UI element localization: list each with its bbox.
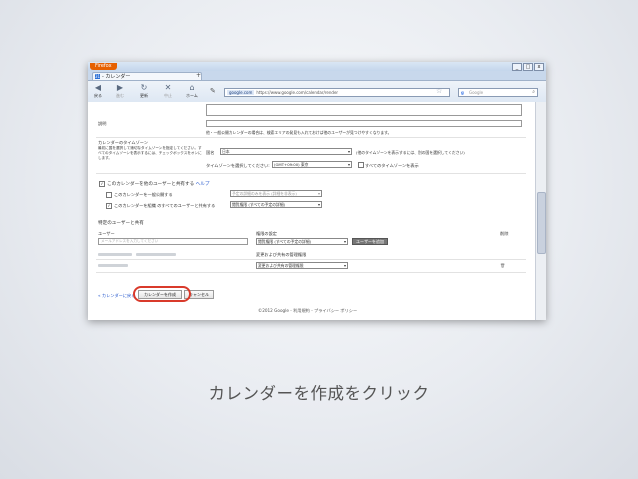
slide-caption: カレンダーを作成をクリック: [208, 384, 430, 403]
back-label: 戻る: [94, 93, 102, 98]
shared-user-email-redacted: [98, 264, 128, 267]
specific-users-heading: 特定のユーザーと共有: [98, 221, 144, 226]
country-note: (他のタイムゾーンを表示するには、別の国を選択してください): [356, 150, 465, 155]
public-option-label: このカレンダーを一般公開する: [114, 192, 173, 197]
trash-icon[interactable]: 🗑: [500, 263, 505, 269]
stop-icon: ✕: [164, 83, 172, 92]
home-label: ホーム: [186, 93, 198, 98]
description-textarea-end[interactable]: [206, 104, 522, 116]
show-all-timezones-label: すべてのタイムゾーンを表示: [365, 163, 419, 168]
bookmark-star-icon[interactable]: ☆: [436, 87, 442, 95]
address-bar[interactable]: google.com https://www.google.com/calend…: [224, 88, 450, 97]
divider: [96, 137, 526, 138]
description-note: 他・一般公開カレンダーの場合は、検索エリアの発見も入れておけば他のユーザーが見つ…: [206, 130, 392, 135]
back-arrow-icon: ◀: [94, 83, 102, 92]
firefox-menu-button[interactable]: Firefox: [90, 63, 117, 70]
public-visibility-select[interactable]: 予定の詳細のみを表示 (詳細を非表示): [230, 190, 322, 197]
window-controls: _ □ x: [512, 63, 544, 71]
vertical-scrollbar[interactable]: [535, 102, 546, 320]
stop-label: 中止: [164, 93, 172, 98]
show-all-timezones-checkbox[interactable]: [358, 162, 364, 168]
create-button-highlight: [133, 286, 191, 302]
divider: [96, 173, 526, 174]
search-keywords-field[interactable]: [206, 120, 522, 127]
back-button[interactable]: ◀ 戻る: [90, 83, 106, 99]
tab-calendar[interactable]: 31 - カレンダー: [92, 72, 202, 80]
timezone-select[interactable]: (GMT+09:00) 東京: [272, 161, 352, 168]
tab-title: - カレンダー: [102, 74, 131, 80]
description-label: 説明: [98, 121, 107, 126]
back-to-calendar-link[interactable]: « カレンダーに戻る: [98, 293, 135, 299]
new-user-permission-select[interactable]: 閲覧権限 (すべての予定の詳細): [256, 238, 348, 245]
owner-permission: 変更および共有の管理権限: [256, 252, 307, 257]
footer: ©2012 Google - 利用規約 - プライバシー ポリシー: [258, 308, 358, 313]
column-delete: 削除: [500, 231, 509, 236]
domain-permission-select[interactable]: 閲覧権限 (すべての予定の詳細): [230, 201, 322, 208]
scrollbar-thumb[interactable]: [537, 192, 546, 254]
close-window-button[interactable]: x: [534, 63, 544, 71]
share-help-link[interactable]: ヘルプ: [196, 182, 210, 187]
wrench-icon[interactable]: ✎: [210, 87, 216, 95]
calendar-favicon-icon: 31: [95, 74, 101, 79]
home-icon: ⌂: [189, 83, 195, 92]
minimize-button[interactable]: _: [512, 63, 522, 71]
reload-icon: ↻: [140, 83, 148, 92]
column-permission: 権限の設定: [256, 231, 277, 236]
country-select[interactable]: 日本: [220, 148, 352, 155]
timezone-label: タイムゾーンを選択してください:: [206, 163, 270, 168]
new-tab-button[interactable]: +: [196, 72, 201, 79]
browser-screenshot: Firefox _ □ x 31 - カレンダー + ◀ 戻る ▶ 進む ↻ 更…: [88, 62, 546, 320]
add-person-button[interactable]: ユーザーを追加: [352, 238, 388, 245]
divider: [96, 272, 526, 273]
country-label: 国名: [206, 150, 215, 155]
shared-user-permission-select[interactable]: 変更および共有の管理権限: [256, 262, 348, 269]
column-user: ユーザー: [98, 231, 115, 236]
forward-arrow-icon: ▶: [116, 83, 124, 92]
maximize-button[interactable]: □: [523, 63, 533, 71]
search-icon[interactable]: ⌕: [532, 88, 535, 96]
share-heading-text: このカレンダーを他のユーザーと共有する: [107, 182, 195, 187]
share-calendar-checkbox[interactable]: ✓: [99, 181, 105, 187]
stop-button[interactable]: ✕ 中止: [160, 83, 176, 99]
domain-option-label: このカレンダーを組織 のすべてのユーザーと共有する: [114, 203, 216, 208]
title-bar: Firefox _ □ x: [88, 62, 546, 71]
url-text: https://www.google.com/calendar/render: [256, 90, 339, 95]
google-search-icon: g: [461, 90, 464, 95]
owner-name-redacted: [136, 253, 176, 256]
home-button[interactable]: ⌂ ホーム: [184, 83, 200, 99]
tab-bar: 31 - カレンダー +: [88, 71, 546, 81]
search-input[interactable]: g Google ⌕: [458, 88, 538, 97]
share-heading: このカレンダーを他のユーザーと共有する ヘルプ: [107, 181, 209, 187]
domain-share-checkbox[interactable]: ✓: [106, 203, 112, 209]
timezone-help: 最初に国を選択して適切なタイムゾーンを指定してください。すべてのタイムゾーンを表…: [98, 146, 202, 160]
owner-email-redacted: [98, 253, 132, 256]
reload-button[interactable]: ↻ 更新: [136, 83, 152, 99]
email-input[interactable]: メールアドレスを入力してください: [98, 238, 248, 245]
forward-label: 進む: [116, 93, 124, 98]
public-checkbox[interactable]: [106, 192, 112, 198]
navigation-toolbar: ◀ 戻る ▶ 進む ↻ 更新 ✕ 中止 ⌂ ホーム ✎ google.com h…: [88, 81, 546, 104]
search-placeholder: Google: [469, 90, 484, 95]
divider: [96, 259, 526, 260]
reload-label: 更新: [140, 93, 148, 98]
site-identity[interactable]: google.com: [227, 90, 255, 95]
forward-button[interactable]: ▶ 進む: [112, 83, 128, 99]
